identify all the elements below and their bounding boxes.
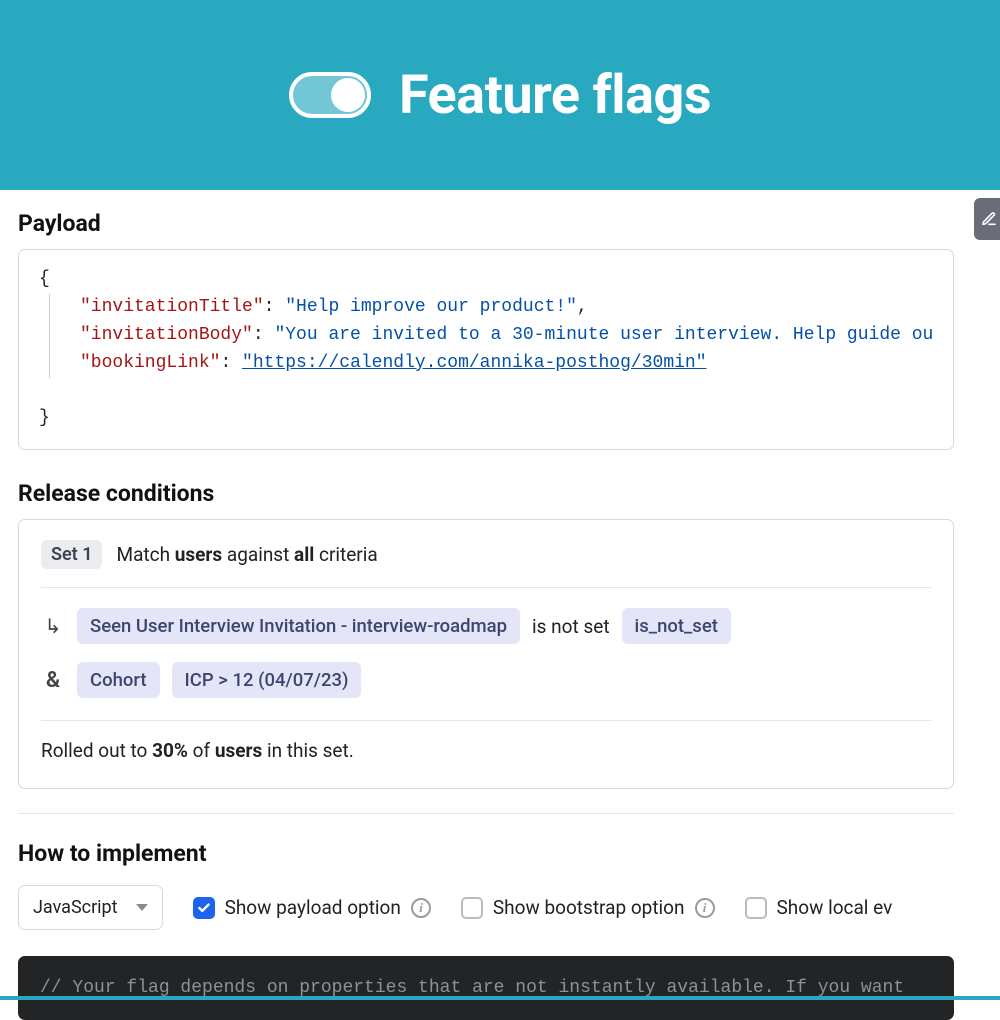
release-heading: Release conditions: [18, 480, 954, 507]
cohort-label-chip[interactable]: Cohort: [77, 662, 160, 698]
info-icon[interactable]: i: [695, 898, 715, 918]
condition-row: ↳ Seen User Interview Invitation - inter…: [41, 608, 931, 644]
chevron-down-icon: [136, 904, 148, 911]
implement-controls: JavaScript Show payload option i Show bo…: [18, 885, 954, 930]
edit-button[interactable]: [974, 198, 1000, 240]
language-dropdown-label: JavaScript: [33, 897, 118, 918]
show-local-option[interactable]: Show local ev: [745, 896, 893, 919]
implement-heading: How to implement: [18, 840, 954, 867]
hero-banner: Feature flags: [0, 0, 1000, 190]
checkbox-checked-icon: [193, 897, 215, 919]
release-set-header: Set 1 Match users against all criteria: [41, 540, 931, 588]
show-bootstrap-option[interactable]: Show bootstrap option i: [461, 896, 715, 919]
set-badge: Set 1: [41, 540, 102, 569]
operator-text: is not set: [532, 615, 610, 638]
toggle-icon: [289, 72, 371, 118]
operator-chip[interactable]: is_not_set: [622, 608, 731, 644]
cohort-value-chip[interactable]: ICP > 12 (04/07/23): [172, 662, 362, 698]
match-description: Match users against all criteria: [116, 543, 377, 566]
payload-json: { "invitationTitle": "Help improve our p…: [39, 266, 933, 433]
page-title: Feature flags: [399, 64, 711, 127]
payload-card: { "invitationTitle": "Help improve our p…: [18, 249, 954, 450]
info-icon[interactable]: i: [411, 898, 431, 918]
payload-heading: Payload: [18, 210, 954, 237]
rollout-text: Rolled out to 30% of users in this set.: [41, 739, 931, 768]
checkbox-unchecked-icon: [745, 897, 767, 919]
implementation-code: // Your flag depends on properties that …: [18, 956, 954, 1020]
checkbox-unchecked-icon: [461, 897, 483, 919]
condition-row: & Cohort ICP > 12 (04/07/23): [41, 662, 931, 698]
show-payload-option[interactable]: Show payload option i: [193, 896, 431, 919]
footer-strip: [0, 996, 1000, 1000]
property-chip[interactable]: Seen User Interview Invitation - intervi…: [77, 608, 520, 644]
release-conditions-card: Set 1 Match users against all criteria ↳…: [18, 519, 954, 789]
and-icon: &: [41, 668, 65, 693]
language-dropdown[interactable]: JavaScript: [18, 885, 163, 930]
branch-icon: ↳: [41, 614, 65, 638]
